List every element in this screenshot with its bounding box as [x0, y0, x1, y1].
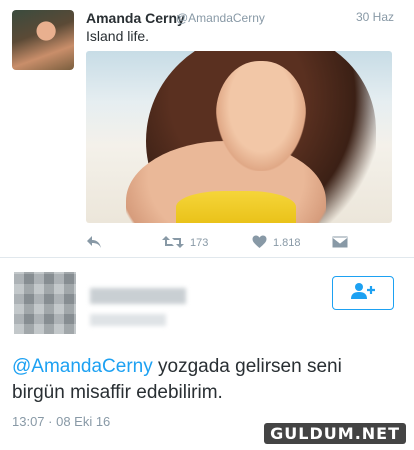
reply-timestamp[interactable]: 13:07 · 08 Eki 16 — [12, 414, 110, 429]
heart-icon — [252, 235, 267, 252]
reply-tweet: @AmandaCerny yozgada gelirsen seni birgü… — [0, 258, 414, 450]
dm-button[interactable] — [331, 233, 349, 253]
retweet-icon — [162, 235, 184, 252]
reply-text-line1: yozgada gelirsen seni — [152, 356, 342, 377]
envelope-icon — [331, 235, 349, 251]
like-count: 1.818 — [273, 237, 301, 249]
mention-link[interactable]: @AmandaCerny — [12, 356, 153, 377]
add-user-icon — [350, 282, 376, 305]
blurred-handle — [90, 314, 166, 326]
pixelated-avatar[interactable] — [14, 272, 76, 334]
first-tweet: Amanda Cerny @AmandaCerny 30 Haz Island … — [0, 0, 414, 256]
author-name[interactable]: Amanda Cerny — [86, 10, 185, 26]
retweet-count: 173 — [190, 237, 209, 249]
reply-text: @AmandaCerny yozgada gelirsen seni birgü… — [12, 354, 402, 406]
retweet-button[interactable]: 173 — [162, 233, 208, 253]
avatar[interactable] — [12, 10, 74, 70]
photo-bikini — [176, 191, 296, 223]
tweet-date[interactable]: 30 Haz — [356, 10, 394, 24]
blurred-name — [90, 288, 186, 304]
watermark: GULDUM.NET — [264, 423, 406, 444]
author-handle[interactable]: @AmandaCerny — [176, 11, 265, 25]
tweet-actions: 173 1.818 — [86, 233, 386, 253]
reply-button[interactable] — [86, 233, 102, 253]
like-button[interactable]: 1.818 — [252, 233, 301, 253]
reply-icon — [86, 235, 102, 252]
tweet-text: Island life. — [86, 28, 150, 44]
reply-text-line2: birgün misaffir edebilirim. — [12, 382, 223, 403]
follow-button[interactable] — [332, 276, 394, 310]
photo-face — [216, 61, 306, 171]
tweet-photo[interactable] — [86, 51, 392, 223]
